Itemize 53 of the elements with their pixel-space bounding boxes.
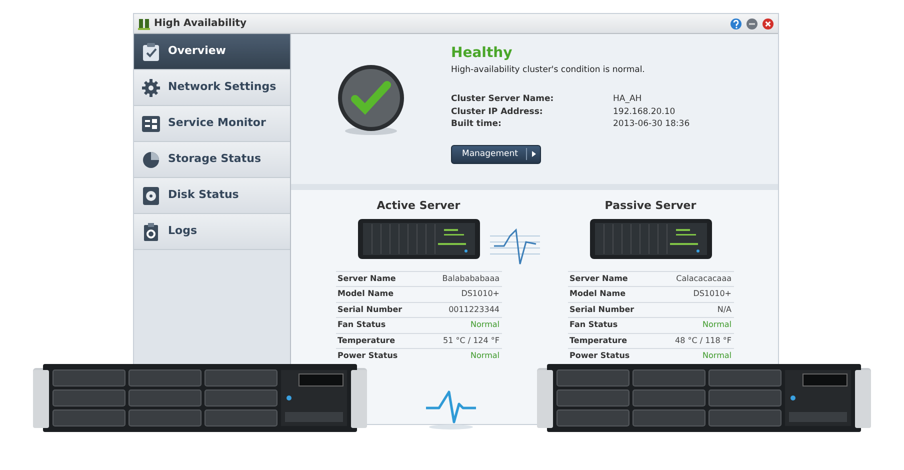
row-label: Server Name: [338, 272, 396, 285]
row-label: Serial Number: [338, 304, 402, 316]
row-value: N/A: [717, 304, 732, 316]
row-value: 51 °C / 124 °F: [442, 334, 500, 347]
row-label: Fan Status: [338, 319, 386, 332]
row-label: Model Name: [338, 288, 394, 300]
status-title: Healthy: [451, 44, 514, 63]
sidebar-item[interactable]: Disk Status: [134, 178, 290, 214]
window-title: High Availability: [154, 17, 247, 31]
field-label: Built time:: [451, 118, 502, 131]
row-label: Power Status: [338, 350, 398, 362]
field-value: HA_AH: [613, 92, 642, 106]
row-value: Normal: [470, 319, 500, 332]
minimize-icon[interactable]: [746, 18, 758, 30]
row-value: Calacacacaaa: [676, 272, 732, 285]
checkmark-badge-icon: [336, 64, 406, 136]
row-label: Temperature: [338, 334, 396, 347]
row-value: Normal: [470, 350, 500, 362]
field-value: 2013-06-30 18:36: [613, 118, 690, 131]
field-value: 192.168.20.10: [613, 106, 676, 118]
row-label: Power Status: [570, 350, 630, 362]
status-description: High-availability cluster's condition is normal.: [451, 64, 646, 77]
field-label: Cluster Server Name:: [451, 92, 555, 106]
app-icon: [138, 18, 150, 30]
pie-chart-icon: [142, 150, 160, 170]
panel-icon: [142, 114, 160, 134]
clipboard-gear-icon: [142, 222, 160, 242]
row-label: Model Name: [570, 288, 626, 300]
field-label: Cluster IP Address:: [451, 106, 544, 118]
row-value: Normal: [702, 350, 732, 362]
row-value: Normal: [702, 319, 732, 332]
row-value: 48 °C / 118 °F: [674, 334, 732, 347]
sidebar-item[interactable]: Overview: [134, 34, 290, 70]
help-icon[interactable]: [730, 18, 742, 30]
row-value: 0011223344: [448, 304, 500, 316]
row-label: Serial Number: [570, 304, 634, 316]
row-label: Temperature: [570, 334, 628, 347]
clipboard-icon: [142, 42, 160, 62]
sidebar-item[interactable]: Storage Status: [134, 142, 290, 178]
sidebar-item[interactable]: Network Settings: [134, 70, 290, 106]
row-value: DS1010+: [461, 288, 500, 300]
row-label: Server Name: [570, 272, 628, 285]
row-value: Balabababaaa: [442, 272, 500, 285]
heartbeat-icon: [425, 390, 477, 430]
close-icon[interactable]: [762, 18, 774, 30]
row-label: Fan Status: [570, 319, 618, 332]
sidebar-item[interactable]: Logs: [134, 214, 290, 250]
row-value: DS1010+: [693, 288, 732, 300]
gear-icon: [142, 78, 160, 98]
server-title: Active Server: [376, 198, 462, 214]
server-title: Passive Server: [604, 198, 698, 214]
management-button[interactable]: Management: [451, 145, 541, 164]
sidebar-item[interactable]: Service Monitor: [134, 106, 290, 142]
